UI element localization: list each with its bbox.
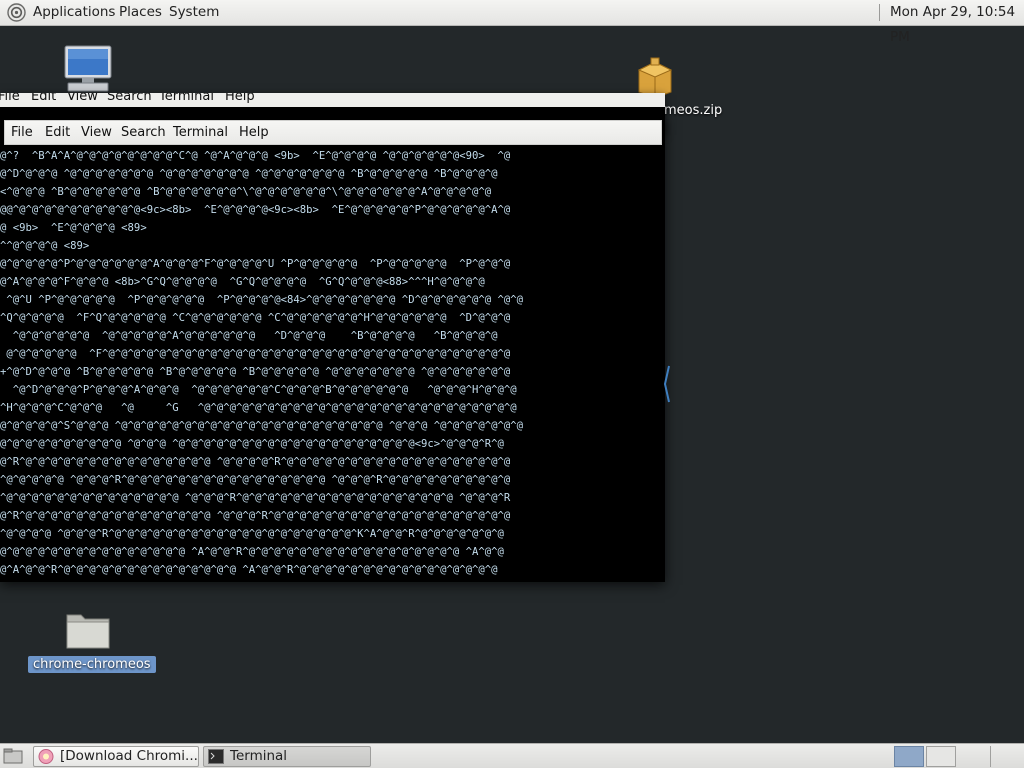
system-menu[interactable]: System <box>169 0 219 25</box>
show-desktop-icon[interactable] <box>3 748 23 764</box>
terminal-back-menubar: File Edit View Search Terminal Help <box>0 93 665 107</box>
terminal-icon <box>208 749 224 764</box>
terminal-menubar: File Edit View Search Terminal Help <box>4 120 662 145</box>
package-icon[interactable] <box>636 56 674 98</box>
computer-icon[interactable] <box>62 45 114 93</box>
places-menu[interactable]: Places <box>119 0 162 25</box>
browser-icon <box>38 749 54 764</box>
clock[interactable]: Mon Apr 29, 10:54 PM <box>890 0 1024 45</box>
terminal-window[interactable]: File Edit View Search Terminal Help @^? … <box>0 117 665 582</box>
menu-view[interactable]: View <box>81 125 112 140</box>
menu-search[interactable]: Search <box>121 125 166 140</box>
back-menu-edit[interactable]: Edit <box>31 93 56 104</box>
folder-icon[interactable] <box>64 609 112 651</box>
applications-menu[interactable]: Applications <box>33 0 115 25</box>
menu-terminal[interactable]: Terminal <box>173 125 228 140</box>
terminal-output[interactable]: @^? ^B^A^A^@^@^@^@^@^@^@^@^C^@ ^@^A^@^@^… <box>0 147 663 579</box>
taskbar-label: Terminal <box>230 748 288 764</box>
taskbar-item-terminal[interactable]: Terminal <box>203 746 371 767</box>
folder-label[interactable]: chrome-chromeos <box>28 656 156 673</box>
menu-file[interactable]: File <box>11 125 33 140</box>
back-menu-file[interactable]: File <box>0 93 20 104</box>
zip-file-label[interactable]: meos.zip <box>664 103 722 118</box>
distro-logo-icon[interactable] <box>7 3 26 22</box>
workspace-2-button[interactable] <box>926 746 956 767</box>
workspace-1-button[interactable] <box>894 746 924 767</box>
panel-separator <box>879 4 880 21</box>
top-panel: Applications Places System Mon Apr 29, 1… <box>0 0 1024 45</box>
panel-separator <box>990 746 991 767</box>
back-menu-help[interactable]: Help <box>225 93 255 104</box>
back-menu-terminal[interactable]: Terminal <box>159 93 214 104</box>
back-menu-view[interactable]: View <box>67 93 98 104</box>
taskbar-label: [Download Chromi... <box>60 748 198 764</box>
back-menu-search[interactable]: Search <box>107 93 152 104</box>
menu-edit[interactable]: Edit <box>45 125 70 140</box>
taskbar-item-chromium-download[interactable]: [Download Chromi... <box>33 746 199 767</box>
menu-help[interactable]: Help <box>239 125 269 140</box>
background-window-edge-icon <box>663 365 670 403</box>
bottom-panel: [Download Chromi... Terminal <box>0 743 1024 768</box>
